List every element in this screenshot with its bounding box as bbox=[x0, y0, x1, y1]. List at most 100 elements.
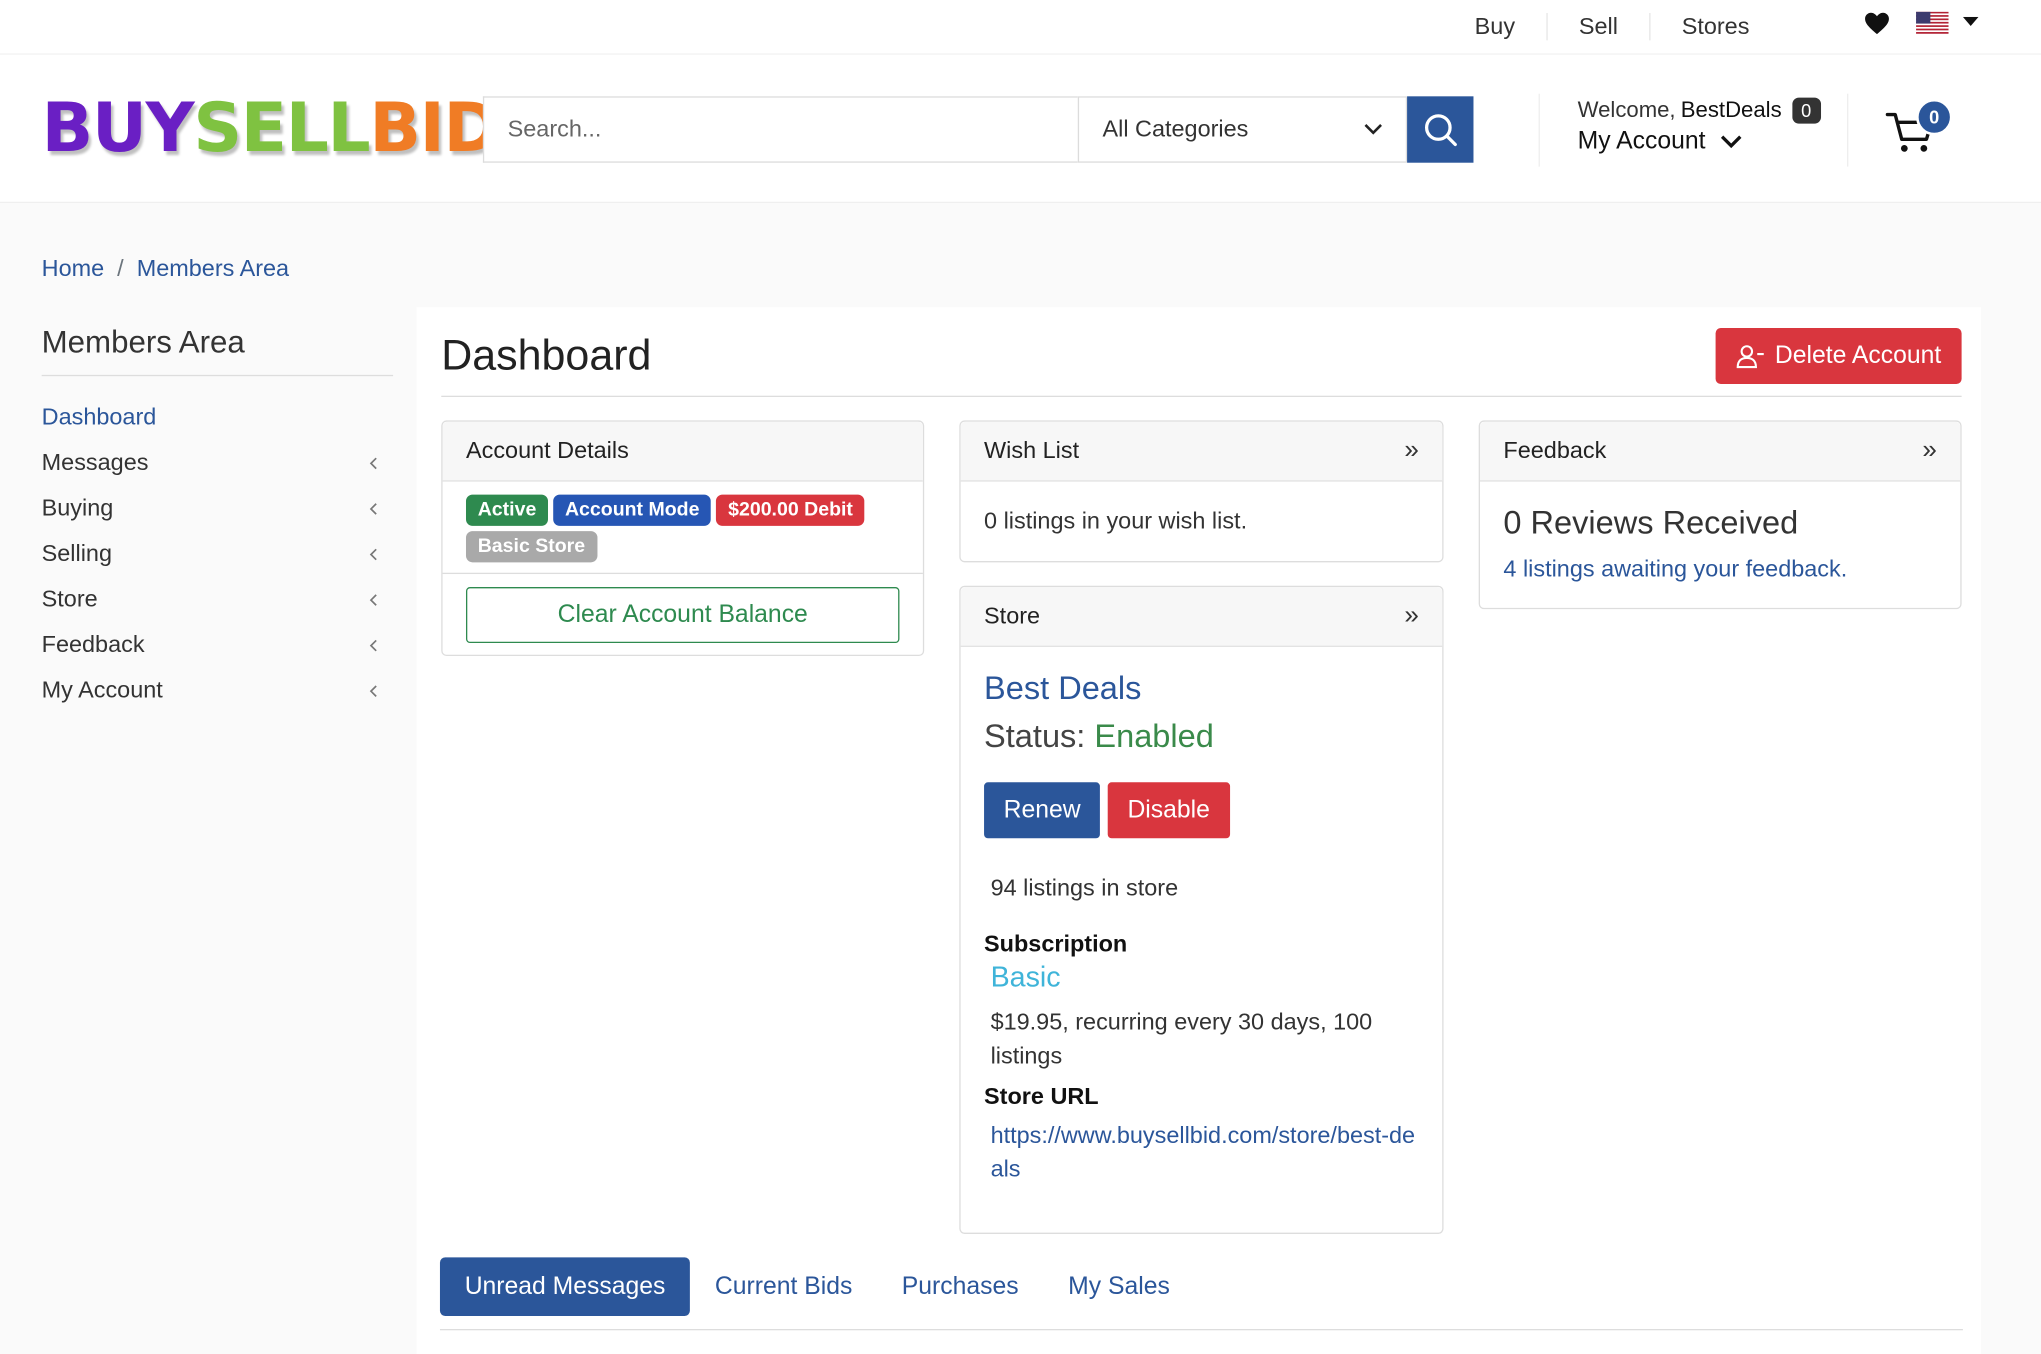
search-bar: Search... All Categories bbox=[482, 96, 1474, 163]
wish-list-card: Wish List » 0 listings in your wish list. bbox=[959, 420, 1444, 563]
top-link-buy[interactable]: Buy bbox=[1443, 13, 1546, 40]
account-mode-badge: Account Mode bbox=[553, 494, 712, 526]
debit-badge: $200.00 Debit bbox=[716, 494, 865, 526]
double-chevron-right-icon[interactable]: » bbox=[1922, 436, 1936, 466]
breadcrumb-home[interactable]: Home bbox=[42, 255, 105, 281]
sidebar-item-label: Feedback bbox=[41, 631, 145, 658]
chevron-left-icon bbox=[369, 639, 377, 651]
my-account-dropdown[interactable]: My Account bbox=[1578, 128, 1819, 157]
store-type-badge: Basic Store bbox=[465, 531, 597, 563]
logo-sell: SELL bbox=[193, 89, 370, 168]
sidebar-item-selling[interactable]: Selling bbox=[42, 531, 393, 577]
sidebar: Members Area Dashboard Messages Buying S… bbox=[41, 325, 394, 714]
sidebar-item-messages[interactable]: Messages bbox=[42, 440, 393, 486]
breadcrumb: Home / Members Area bbox=[42, 255, 289, 282]
subscription-plan: Basic bbox=[990, 960, 1061, 994]
site-header: BUYSELLBID Search... All Categories Welc… bbox=[0, 53, 2041, 204]
store-actions: Renew Disable bbox=[984, 782, 1419, 839]
subscription-heading: Subscription bbox=[984, 930, 1128, 957]
main-content: Dashboard Delete Account Account Details… bbox=[416, 307, 1982, 1354]
wish-list-summary: 0 listings in your wish list. bbox=[984, 507, 1248, 534]
card-title: Store bbox=[984, 602, 1041, 629]
store-status-label: Status: bbox=[984, 718, 1086, 755]
card-title: Account Details bbox=[465, 437, 629, 464]
sidebar-item-label: My Account bbox=[41, 676, 163, 703]
delete-account-button[interactable]: Delete Account bbox=[1715, 328, 1962, 384]
sidebar-item-label: Selling bbox=[41, 540, 113, 567]
message-count-badge: 0 bbox=[1792, 97, 1821, 124]
cart-count-badge: 0 bbox=[1916, 98, 1953, 136]
breadcrumb-separator: / bbox=[117, 255, 124, 282]
card-header[interactable]: Store » bbox=[960, 587, 1443, 647]
store-url-heading: Store URL bbox=[984, 1082, 1099, 1110]
dashboard-tabs: Unread Messages Current Bids Purchases M… bbox=[439, 1257, 1963, 1331]
account-badges: Active Account Mode $200.00 Debit Basic … bbox=[442, 482, 923, 575]
store-url-link[interactable]: https://www.buysellbid.com/store/best-de… bbox=[984, 1118, 1419, 1186]
category-select-value: All Categories bbox=[1102, 115, 1249, 142]
category-select[interactable]: All Categories bbox=[1077, 96, 1408, 163]
welcome-line: Welcome, BestDeals 0 bbox=[1577, 97, 1821, 124]
sidebar-item-my-account[interactable]: My Account bbox=[42, 668, 393, 714]
top-bar: Buy Sell Stores bbox=[0, 0, 2041, 54]
disable-button[interactable]: Disable bbox=[1107, 782, 1230, 839]
logo-buy: BUY bbox=[41, 89, 195, 168]
top-link-stores[interactable]: Stores bbox=[1649, 13, 1781, 41]
store-info: 94 listings in store Subscription Basic … bbox=[984, 875, 1419, 1186]
sidebar-item-label: Dashboard bbox=[41, 403, 157, 430]
title-divider bbox=[441, 395, 1962, 398]
awaiting-feedback-link[interactable]: 4 listings awaiting your feedback. bbox=[1503, 556, 1936, 583]
logo-bid: BID bbox=[369, 89, 499, 168]
renew-button[interactable]: Renew bbox=[984, 782, 1101, 839]
search-input[interactable]: Search... bbox=[482, 96, 1078, 163]
chevron-left-icon bbox=[369, 548, 377, 560]
sidebar-item-store[interactable]: Store bbox=[42, 577, 393, 623]
heart-icon[interactable] bbox=[1863, 9, 1892, 38]
card-header[interactable]: Wish List » bbox=[960, 421, 1443, 482]
username: BestDeals bbox=[1680, 97, 1782, 123]
store-listing-count: 94 listings in store bbox=[990, 874, 1179, 901]
tab-unread-messages[interactable]: Unread Messages bbox=[439, 1257, 691, 1316]
welcome-text: Welcome, bbox=[1577, 97, 1676, 123]
status-badge: Active bbox=[465, 494, 549, 526]
feedback-card: Feedback » 0 Reviews Received 4 listings … bbox=[1478, 420, 1962, 610]
tab-my-sales[interactable]: My Sales bbox=[1043, 1257, 1194, 1316]
us-flag-icon[interactable] bbox=[1916, 11, 1949, 34]
my-account-label: My Account bbox=[1577, 127, 1706, 155]
tab-current-bids[interactable]: Current Bids bbox=[690, 1257, 877, 1316]
store-card: Store » Best Deals Status: Enabled Renew … bbox=[959, 585, 1444, 1234]
card-header: Account Details bbox=[442, 421, 923, 482]
card-title: Wish List bbox=[984, 437, 1080, 464]
sidebar-title: Members Area bbox=[41, 325, 394, 377]
card-header[interactable]: Feedback » bbox=[1479, 421, 1961, 482]
chevron-left-icon bbox=[369, 502, 377, 515]
double-chevron-right-icon[interactable]: » bbox=[1404, 436, 1418, 466]
tab-purchases[interactable]: Purchases bbox=[877, 1257, 1043, 1316]
chevron-left-icon bbox=[369, 684, 377, 697]
card-title: Feedback bbox=[1503, 437, 1607, 464]
account-menu[interactable]: Welcome, BestDeals 0 My Account bbox=[1538, 93, 1849, 167]
account-details-card: Account Details Active Account Mode $200… bbox=[441, 420, 925, 657]
reviews-received: 0 Reviews Received bbox=[1503, 505, 1799, 542]
search-button[interactable] bbox=[1407, 96, 1474, 163]
sidebar-item-feedback[interactable]: Feedback bbox=[42, 622, 393, 668]
double-chevron-right-icon[interactable]: » bbox=[1404, 601, 1418, 631]
store-name-link[interactable]: Best Deals bbox=[984, 670, 1419, 708]
user-minus-icon bbox=[1736, 344, 1764, 368]
top-link-sell[interactable]: Sell bbox=[1546, 13, 1649, 41]
sidebar-item-dashboard[interactable]: Dashboard bbox=[42, 394, 393, 440]
feedback-body: 0 Reviews Received 4 listings awaiting y… bbox=[1480, 482, 1960, 607]
sidebar-item-buying[interactable]: Buying bbox=[42, 486, 393, 532]
subscription-price: $19.95, recurring every 30 days, 100 lis… bbox=[990, 1008, 1373, 1069]
chevron-down-icon bbox=[1721, 135, 1742, 149]
chevron-left-icon bbox=[369, 593, 377, 606]
breadcrumb-members-area[interactable]: Members Area bbox=[137, 255, 289, 281]
clear-account-balance-button[interactable]: Clear Account Balance bbox=[465, 587, 900, 644]
search-icon bbox=[1424, 113, 1457, 146]
sidebar-item-label: Store bbox=[41, 585, 98, 612]
top-links: Buy Sell Stores bbox=[1443, 0, 1780, 53]
page-title: Dashboard bbox=[441, 330, 652, 379]
site-logo[interactable]: BUYSELLBID bbox=[41, 89, 500, 168]
chevron-down-icon bbox=[1364, 124, 1382, 135]
caret-down-icon[interactable] bbox=[1962, 16, 1979, 27]
delete-account-label: Delete Account bbox=[1774, 341, 1942, 370]
